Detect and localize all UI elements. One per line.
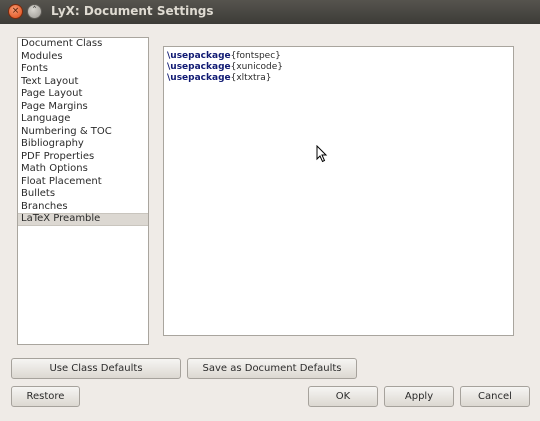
preamble-command: \usepackage — [167, 51, 231, 61]
window-title: LyX: Document Settings — [51, 4, 214, 18]
sidebar-item-numbering-toc[interactable]: Numbering & TOC — [18, 126, 148, 139]
sidebar-item-language[interactable]: Language — [18, 113, 148, 126]
preamble-editor[interactable]: \usepackage{fontspec} \usepackage{xunico… — [163, 46, 514, 336]
sidebar-item-fonts[interactable]: Fonts — [18, 63, 148, 76]
minimize-window-button[interactable]: ˄ — [27, 4, 42, 19]
mouse-pointer-icon — [316, 145, 328, 163]
sidebar-item-page-layout[interactable]: Page Layout — [18, 88, 148, 101]
apply-button[interactable]: Apply — [384, 386, 454, 407]
sidebar-item-document-class[interactable]: Document Class — [18, 38, 148, 51]
close-icon: × — [11, 6, 20, 16]
sidebar-item-math-options[interactable]: Math Options — [18, 163, 148, 176]
settings-category-list[interactable]: Document Class Modules Fonts Text Layout… — [17, 37, 149, 345]
sidebar-item-bibliography[interactable]: Bibliography — [18, 138, 148, 151]
use-class-defaults-button[interactable]: Use Class Defaults — [11, 358, 181, 379]
restore-button[interactable]: Restore — [11, 386, 80, 407]
preamble-argument: {fontspec} — [230, 51, 281, 61]
sidebar-item-pdf-properties[interactable]: PDF Properties — [18, 151, 148, 164]
preamble-command: \usepackage — [167, 62, 231, 72]
preamble-command: \usepackage — [167, 73, 231, 83]
preamble-line: \usepackage{xunicode} — [167, 62, 510, 73]
save-as-document-defaults-button[interactable]: Save as Document Defaults — [187, 358, 357, 379]
sidebar-item-latex-preamble[interactable]: LaTeX Preamble — [18, 213, 148, 226]
sidebar-item-branches[interactable]: Branches — [18, 201, 148, 214]
ok-button[interactable]: OK — [308, 386, 378, 407]
sidebar-item-page-margins[interactable]: Page Margins — [18, 101, 148, 114]
document-settings-window: × ˄ LyX: Document Settings Document Clas… — [0, 0, 540, 421]
preamble-line: \usepackage{xltxtra} — [167, 73, 510, 84]
preamble-line: \usepackage{fontspec} — [167, 51, 510, 62]
preamble-argument: {xunicode} — [230, 62, 284, 72]
close-window-button[interactable]: × — [8, 4, 23, 19]
sidebar-item-modules[interactable]: Modules — [18, 51, 148, 64]
sidebar-item-bullets[interactable]: Bullets — [18, 188, 148, 201]
cancel-button[interactable]: Cancel — [460, 386, 530, 407]
sidebar-item-float-placement[interactable]: Float Placement — [18, 176, 148, 189]
sidebar-item-text-layout[interactable]: Text Layout — [18, 76, 148, 89]
preamble-argument: {xltxtra} — [230, 73, 272, 83]
minimize-icon: ˄ — [32, 6, 37, 16]
title-bar[interactable]: × ˄ LyX: Document Settings — [0, 0, 540, 24]
